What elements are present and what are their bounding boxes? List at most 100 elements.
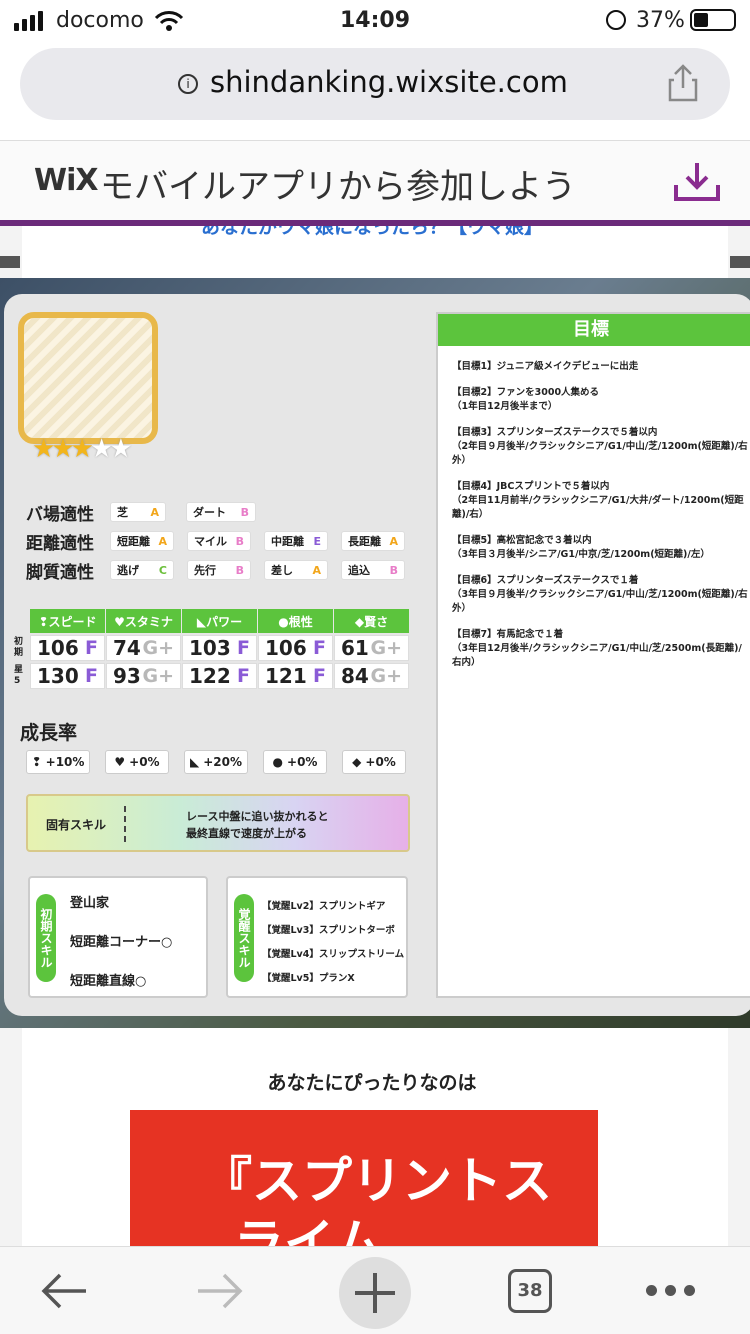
aptitude-grade: B bbox=[240, 505, 249, 519]
star-filled-icon: ★ bbox=[51, 434, 74, 464]
more-options-icon[interactable] bbox=[646, 1285, 695, 1296]
skill-divider bbox=[124, 806, 126, 842]
stat-cell: 103 F bbox=[182, 635, 257, 661]
growth-title: 成長率 bbox=[20, 722, 78, 744]
awakening-skill-item: 【覚醒Lv4】スリップストリーム bbox=[262, 949, 405, 960]
objectives-title: 目標 bbox=[438, 314, 750, 346]
stat-rank: F bbox=[85, 665, 98, 687]
star-empty-icon: ★ bbox=[109, 434, 132, 464]
growth-icon: ◆ bbox=[352, 755, 362, 769]
stat-cell: 61 G+ bbox=[334, 635, 409, 661]
aptitude-item: 追込 B bbox=[341, 560, 405, 580]
growth-icon: ❢ bbox=[31, 755, 42, 769]
stats-table: ❢スピード ♥スタミナ ◣パワー ●根性 ◆賢さ 初期 星5 106 F 74 G+ 103 F 106 F… bbox=[14, 609, 414, 699]
initial-skills-box: 初期スキル 登山家 短距離コーナー○ 短距離直線○ bbox=[28, 876, 208, 998]
character-portrait bbox=[18, 312, 158, 444]
star-filled-icon: ★ bbox=[70, 434, 94, 464]
stat-value: 106 bbox=[265, 636, 307, 660]
objective-item: 【目標4】JBCスプリントで５着以内 （2年目11月前半/クラシックシニア/G1… bbox=[452, 481, 744, 520]
stat-header: ❢スピード bbox=[30, 609, 105, 633]
stat-cell: 106 F bbox=[30, 635, 105, 661]
clock: 14:09 bbox=[340, 8, 411, 33]
stat-rank: G+ bbox=[142, 637, 174, 659]
stat-value: 130 bbox=[37, 664, 79, 688]
stat-rank: G+ bbox=[370, 665, 402, 687]
awakening-skill-item: 【覚醒Lv5】プランX bbox=[262, 973, 355, 984]
stat-cell: 93 G+ bbox=[106, 663, 181, 689]
stat-value: 106 bbox=[37, 636, 79, 660]
initial-skill-item: 短距離コーナー○ bbox=[70, 935, 173, 950]
rail-handle bbox=[0, 256, 20, 268]
stat-cell: 121 F bbox=[258, 663, 333, 689]
stat-value: 122 bbox=[189, 664, 231, 688]
aptitude-item-name: 差し bbox=[271, 564, 293, 577]
growth-icon: ♥ bbox=[114, 755, 126, 769]
initial-skills-tag: 初期スキル bbox=[36, 894, 56, 982]
back-arrow-icon[interactable] bbox=[40, 1269, 90, 1313]
stat-header: ♥スタミナ bbox=[106, 609, 181, 633]
rotation-lock-icon bbox=[606, 10, 626, 30]
growth-value: +0% bbox=[129, 755, 160, 769]
initial-skill-item: 登山家 bbox=[70, 896, 110, 911]
download-icon[interactable] bbox=[672, 161, 722, 205]
growth-icon: ● bbox=[272, 755, 284, 769]
stat-rank: F bbox=[313, 637, 326, 659]
stat-header: ◆賢さ bbox=[334, 609, 409, 633]
growth-icon: ◣ bbox=[189, 755, 200, 769]
growth-badge: ♥ +0% bbox=[105, 750, 169, 774]
aptitude-item-name: 先行 bbox=[194, 564, 216, 577]
result-title-box: 『スプリントス ライム bbox=[130, 1110, 598, 1246]
browser-toolbar: 38 bbox=[0, 1246, 750, 1334]
status-bar: docomo 14:09 37% bbox=[0, 0, 750, 42]
stat-value: 84 bbox=[341, 664, 369, 688]
forward-arrow-icon[interactable] bbox=[194, 1269, 244, 1313]
awakening-skill-item: 【覚醒Lv2】スプリントギア bbox=[262, 901, 386, 912]
wix-banner-text[interactable]: モバイルアプリから参加しよう bbox=[100, 159, 576, 208]
stat-rank: G+ bbox=[142, 665, 174, 687]
growth-value: +20% bbox=[203, 755, 242, 769]
star-filled-icon: ★ bbox=[32, 434, 55, 464]
plus-icon bbox=[355, 1273, 395, 1313]
aptitude-item-name: 逃げ bbox=[117, 564, 139, 577]
aptitude-item: 芝A bbox=[110, 502, 166, 522]
stat-cell: 84 G+ bbox=[334, 663, 409, 689]
awakening-skills-tag: 覚醒スキル bbox=[234, 894, 254, 982]
info-icon[interactable]: i bbox=[178, 74, 198, 94]
aptitude-item-name: ダート bbox=[193, 506, 226, 519]
growth-value: +10% bbox=[45, 755, 85, 769]
aptitude-item-name: マイル bbox=[194, 535, 227, 548]
objectives-list: 【目標1】ジュニア級メイクデビューに出走 【目標2】ファンを3000人集める （1… bbox=[438, 346, 750, 670]
aptitude-item-name: 芝 bbox=[117, 506, 128, 519]
aptitude-item: 差し A bbox=[264, 560, 328, 580]
objective-item: 【目標3】スプリンターズステークスで５着以内 （2年目９月後半/クラシックシニア… bbox=[452, 427, 748, 466]
stat-cell: 122 F bbox=[182, 663, 257, 689]
address-bar[interactable]: i shindanking.wixsite.com bbox=[20, 48, 730, 120]
objective-item: 【目標5】高松宮記念で３着以内 （3年目３月後半/シニア/G1/中京/芝/120… bbox=[452, 535, 710, 560]
aptitude-grade: B bbox=[235, 563, 244, 577]
rarity-stars: ★★★★★ bbox=[32, 434, 133, 464]
aptitude-item-name: 短距離 bbox=[117, 535, 150, 548]
stat-rank: F bbox=[313, 665, 326, 687]
stat-cell: 106 F bbox=[258, 635, 333, 661]
unique-skill-label: 固有スキル bbox=[46, 818, 107, 832]
aptitude-grade: A bbox=[389, 534, 398, 548]
stat-header: ◣パワー bbox=[182, 609, 257, 633]
objective-item: 【目標2】ファンを3000人集める （1年目12月後半まで） bbox=[452, 387, 600, 412]
share-icon[interactable] bbox=[668, 64, 698, 102]
aptitude-item: 短距離 A bbox=[110, 531, 174, 551]
aptitude-item: 逃げ C bbox=[110, 560, 174, 580]
stat-value: 93 bbox=[113, 664, 141, 688]
aptitude-item: ダート B bbox=[186, 502, 256, 522]
new-tab-button[interactable] bbox=[339, 1257, 411, 1329]
aptitude-item-name: 長距離 bbox=[348, 535, 381, 548]
growth-badge: ❢ +10% bbox=[26, 750, 90, 774]
tab-count-button[interactable]: 38 bbox=[508, 1269, 552, 1313]
growth-value: +0% bbox=[287, 755, 318, 769]
stat-value: 74 bbox=[113, 636, 141, 660]
aptitude-grade: B bbox=[235, 534, 244, 548]
url-text[interactable]: shindanking.wixsite.com bbox=[210, 65, 568, 99]
aptitude-item-name: 中距離 bbox=[271, 535, 304, 548]
wix-app-banner[interactable]: WiX モバイルアプリから参加しよう bbox=[0, 140, 750, 222]
carrier-name: docomo bbox=[56, 8, 144, 33]
result-title-line-2: ライム bbox=[234, 1214, 383, 1246]
